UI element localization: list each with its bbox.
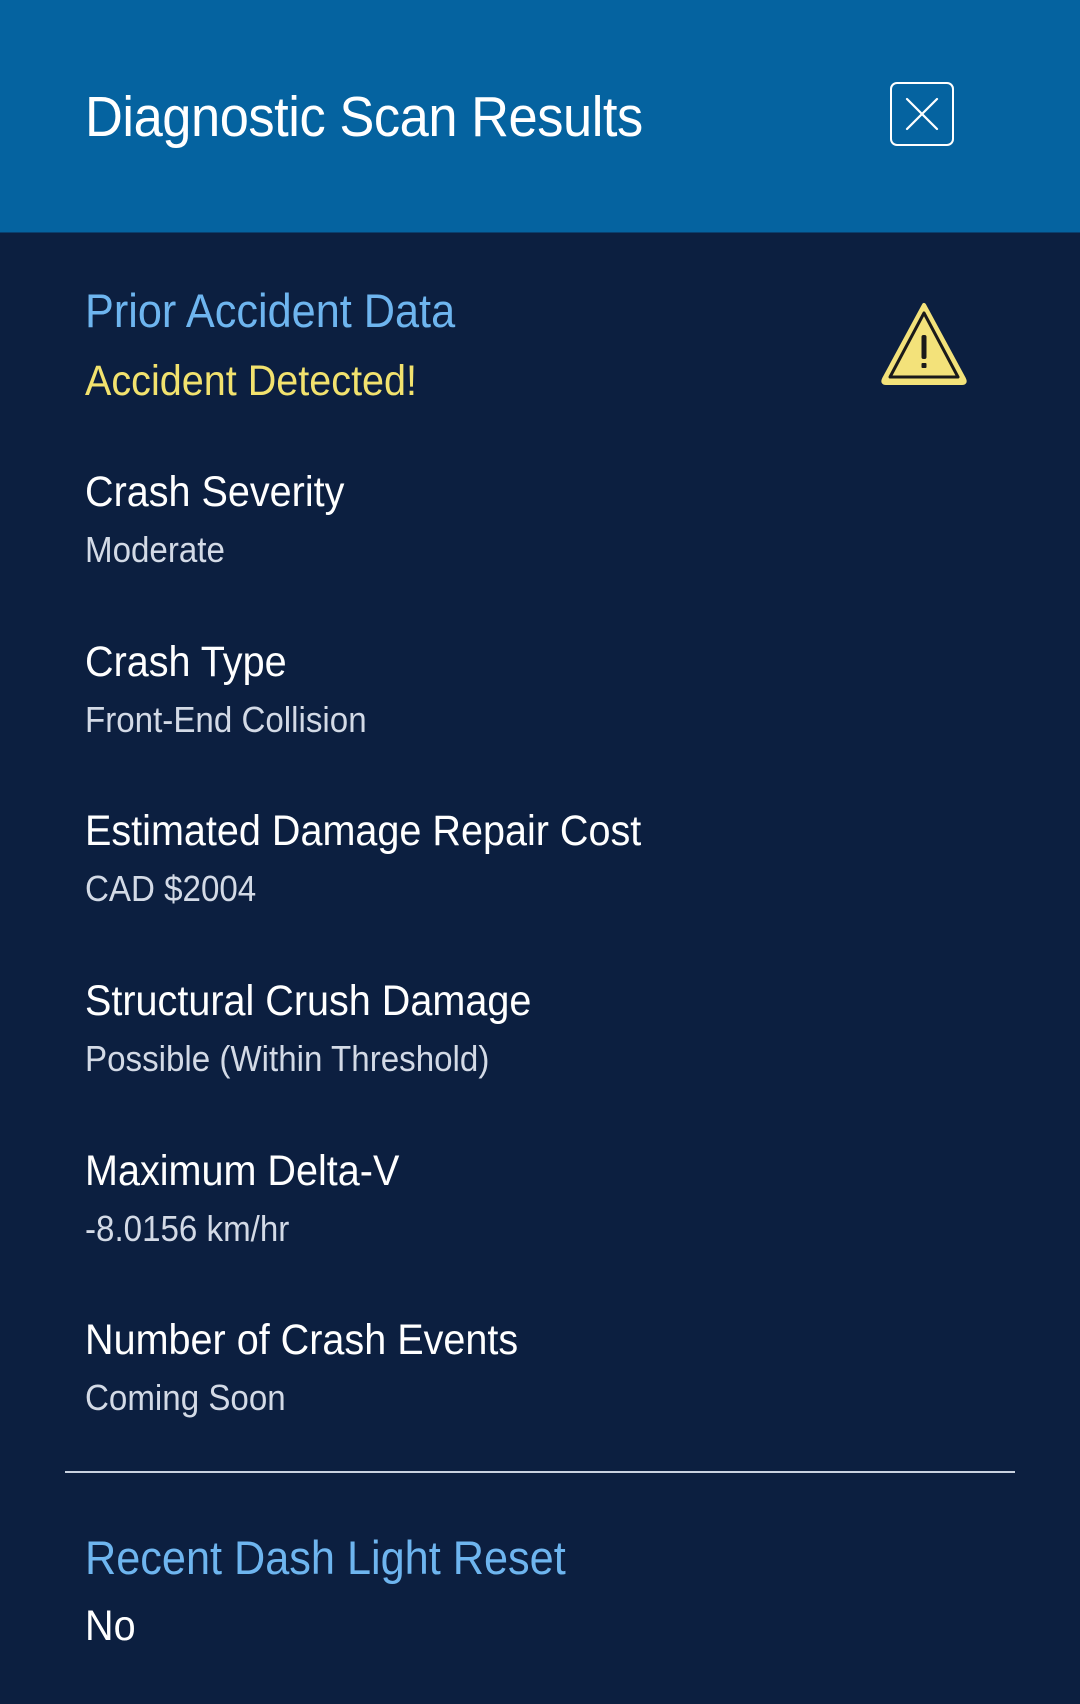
close-icon <box>905 97 939 131</box>
item-label: Structural Crush Damage <box>85 977 532 1025</box>
item-label: Maximum Delta-V <box>85 1147 400 1195</box>
close-button[interactable] <box>890 82 954 146</box>
item-value: -8.0156 km/hr <box>85 1208 290 1249</box>
item-value: CAD $2004 <box>85 868 257 909</box>
header-bar: Diagnostic Scan Results <box>0 0 1080 233</box>
item-label: Estimated Damage Repair Cost <box>85 807 642 855</box>
item-value: Front-End Collision <box>85 699 367 740</box>
item-value: Moderate <box>85 529 225 570</box>
delta-v-item: Maximum Delta-V -8.0156 km/hr <box>85 1145 985 1251</box>
item-label: Crash Type <box>85 638 287 686</box>
item-value: Coming Soon <box>85 1377 286 1418</box>
section-divider <box>65 1471 1015 1473</box>
accident-detected-status: Accident Detected! <box>85 357 418 405</box>
warning-triangle-icon <box>881 303 967 385</box>
structural-damage-item: Structural Crush Damage Possible (Within… <box>85 975 985 1081</box>
item-label: Number of Crash Events <box>85 1316 519 1364</box>
page-title: Diagnostic Scan Results <box>85 85 643 149</box>
repair-cost-item: Estimated Damage Repair Cost CAD $2004 <box>85 805 985 911</box>
prior-accident-heading: Prior Accident Data <box>85 284 456 337</box>
crash-events-item: Number of Crash Events Coming Soon <box>85 1314 985 1420</box>
dash-light-reset-value: No <box>85 1602 136 1650</box>
item-label: Crash Severity <box>85 468 345 516</box>
dash-light-reset-heading: Recent Dash Light Reset <box>85 1531 566 1584</box>
crash-type-item: Crash Type Front-End Collision <box>85 636 985 742</box>
crash-severity-item: Crash Severity Moderate <box>85 466 985 572</box>
item-value: Possible (Within Threshold) <box>85 1038 490 1079</box>
